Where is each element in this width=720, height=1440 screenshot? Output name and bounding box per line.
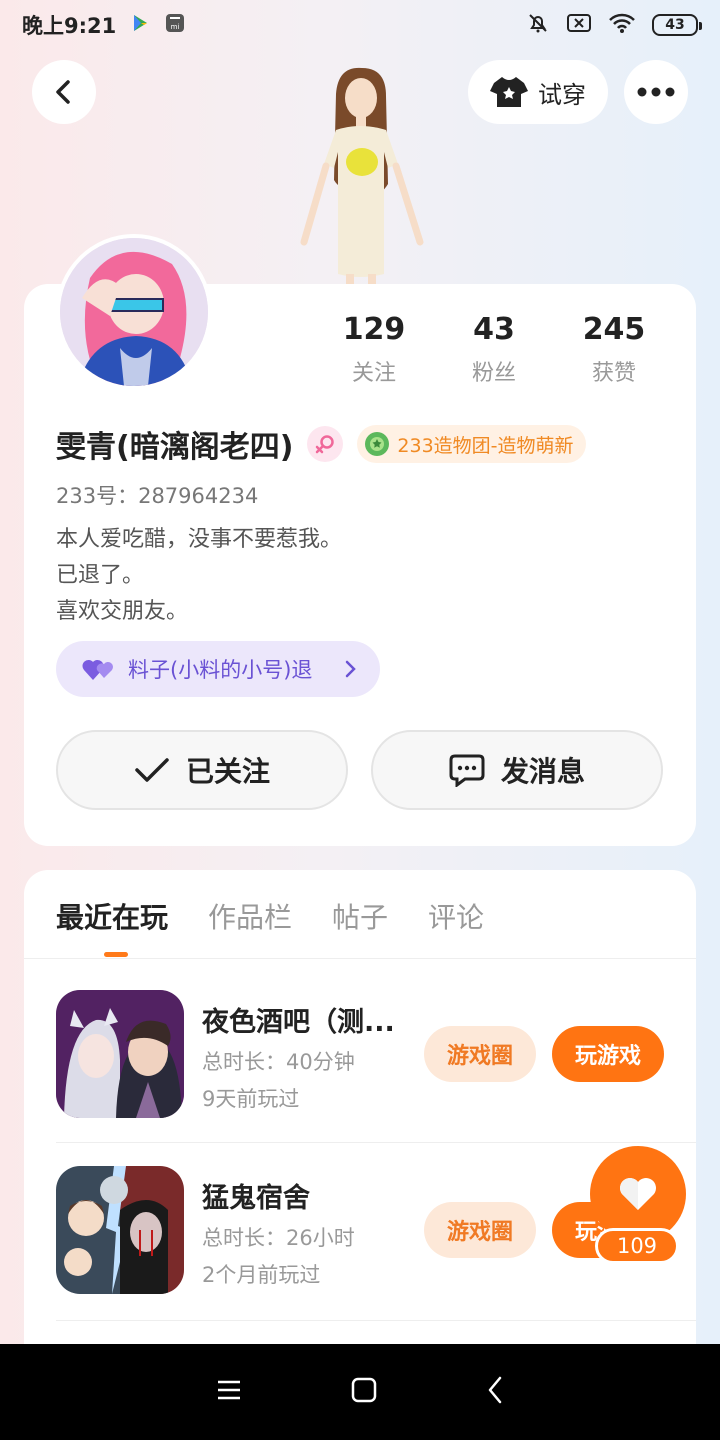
menu-icon[interactable] [217,1379,241,1405]
game-title: 夜色酒吧（测... [202,1007,395,1038]
back-button[interactable] [32,60,96,124]
check-icon [135,758,169,782]
female-gender-icon [307,426,344,462]
bio-line: 已退了。 [56,563,145,588]
divider [24,958,696,959]
active-tab-indicator [104,952,128,957]
stat-following-label: 关注 [351,361,396,386]
try-on-label: 试穿 [538,80,586,109]
bio: 本人爱吃醋，没事不要惹我。 已退了。 喜欢交朋友。 [56,522,342,630]
system-nav-bar [0,1344,720,1440]
svg-text:mi: mi [171,23,180,31]
user-id: 233号：287964234 [56,484,259,508]
game-title: 猛鬼宿舍 [202,1183,310,1214]
following-button[interactable]: 已关注 [56,730,348,810]
like-count: 109 [595,1228,679,1264]
name-row: 雯青(暗漓阁老四) 233造物团-造物萌新 [56,422,586,466]
stat-fans-value: 43 [473,312,515,347]
tab-comments[interactable]: 评论 [428,896,484,936]
game-last-played: 2个月前玩过 [202,1263,321,1287]
stat-fans[interactable]: 43 粉丝 [434,312,554,387]
gear-medal-icon [365,432,390,456]
send-message-label: 发消息 [500,755,585,788]
battery-indicator: 43 [652,14,702,36]
tab-works[interactable]: 作品栏 [208,896,292,936]
tab-recently-played[interactable]: 最近在玩 [56,896,168,936]
wifi-icon [608,12,636,39]
divider [56,1320,696,1321]
game-meta: 总时长：40分钟 9天前玩过 [202,1044,355,1118]
back-triangle-icon[interactable] [487,1376,503,1408]
send-message-button[interactable]: 发消息 [371,730,663,810]
stat-following-value: 129 [342,312,406,347]
content-card: 最近在玩 作品栏 帖子 评论 夜色酒吧（测... 总时长：40分钟 9天前玩过 [24,870,696,1350]
chat-bubble-icon [449,754,485,787]
home-square-icon[interactable] [351,1377,377,1407]
avatar[interactable] [56,234,212,390]
more-options-button[interactable] [624,60,688,124]
play-game-button[interactable]: 玩游戏 [552,1026,664,1082]
game-circle-button[interactable]: 游戏圈 [424,1202,536,1258]
game-last-played: 9天前玩过 [202,1087,300,1111]
profile-name: 雯青(暗漓阁老四) [56,430,294,465]
tab-bar: 最近在玩 作品栏 帖子 评论 [56,896,484,936]
character-avatar-figure[interactable] [280,64,440,286]
stat-following[interactable]: 129 关注 [314,312,434,387]
heart-icon [620,1178,656,1210]
mi-app-icon: mi [164,12,186,39]
stat-likes[interactable]: 245 获赞 [554,312,674,387]
stat-likes-value: 245 [582,312,646,347]
bio-line: 本人爱吃醋，没事不要惹我。 [56,527,343,552]
chevron-left-icon [56,80,70,104]
group-badge-label: 233造物团-造物萌新 [397,434,574,457]
partner-tag[interactable]: 料子(小料的小号)退 [56,641,380,697]
bio-line: 喜欢交朋友。 [56,599,189,624]
game-circle-button[interactable]: 游戏圈 [424,1026,536,1082]
stat-likes-label: 获赞 [591,361,636,386]
try-on-button[interactable]: 试穿 [468,60,608,124]
partner-tag-label: 料子(小料的小号)退 [128,658,313,682]
chevron-right-icon [345,660,356,678]
group-badge[interactable]: 233造物团-造物萌新 [357,425,586,463]
game-duration: 总时长：26小时 [202,1226,355,1250]
divider [56,1142,696,1143]
game-meta: 总时长：26小时 2个月前玩过 [202,1220,355,1294]
profile-stats: 129 关注 43 粉丝 245 获赞 [314,312,674,387]
stat-fans-label: 粉丝 [471,361,516,386]
status-time: 晚上9:21 [22,14,117,38]
following-label: 已关注 [185,755,270,788]
sim-off-icon [566,12,592,39]
tshirt-icon [490,77,528,107]
game-icon-ghost-dorm[interactable] [56,1166,184,1294]
mute-bell-icon [526,11,550,40]
tab-posts[interactable]: 帖子 [332,896,388,936]
double-heart-icon [82,659,113,680]
game-icon-night-bar[interactable] [56,990,184,1118]
play-store-icon [130,13,150,38]
game-duration: 总时长：40分钟 [202,1050,355,1074]
list-item[interactable]: 夜色酒吧（测... 总时长：40分钟 9天前玩过 游戏圈 玩游戏 [56,990,696,1120]
status-bar: 晚上9:21 mi 43 [0,0,720,50]
more-dots-icon [637,87,675,97]
